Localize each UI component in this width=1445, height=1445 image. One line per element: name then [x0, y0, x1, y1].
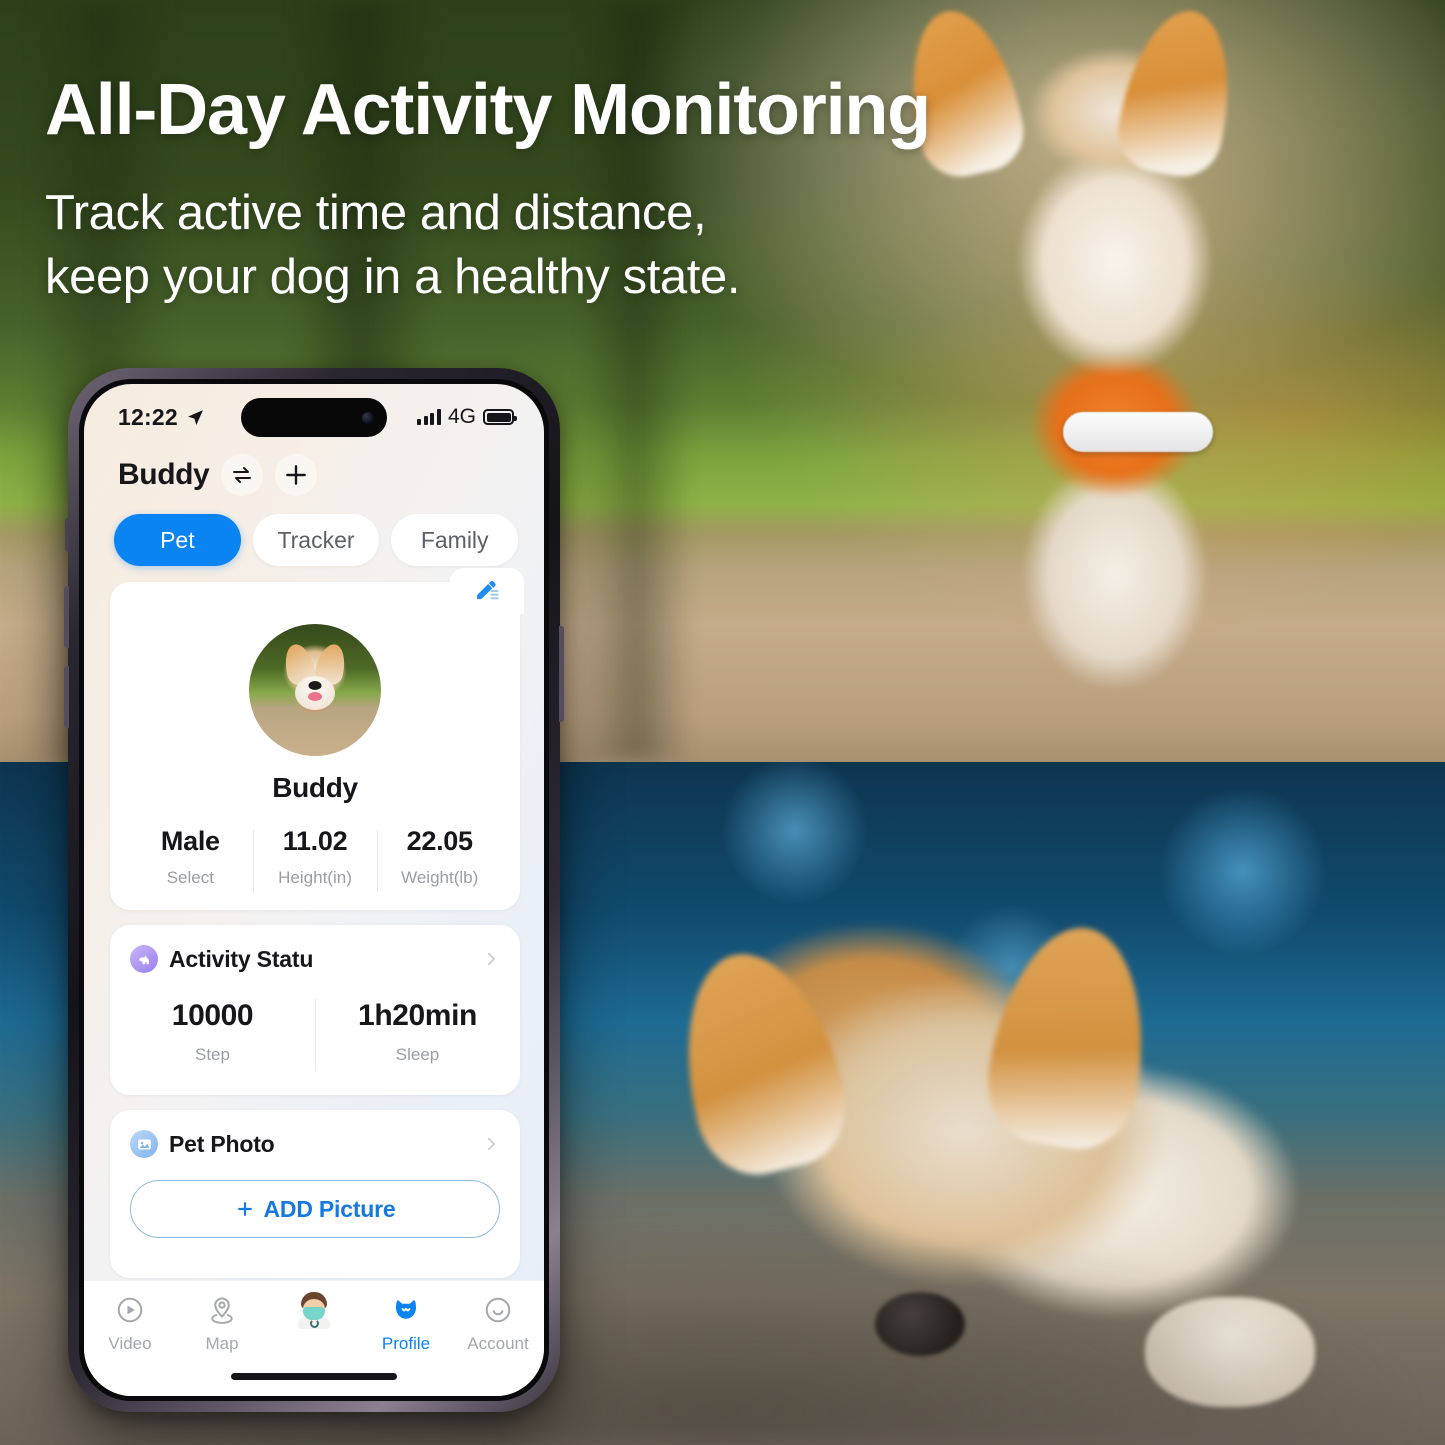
tab-doctor[interactable] [268, 1292, 360, 1334]
stat-weight[interactable]: 22.05 Weight(lb) [377, 826, 502, 892]
pet-display-name: Buddy [272, 772, 358, 803]
status-bar-right: 4G [417, 405, 517, 429]
tab-video-label: Video [108, 1334, 152, 1353]
tab-tracker[interactable]: Tracker [252, 514, 380, 566]
page-subtitle: Track active time and distance, keep you… [45, 182, 1045, 309]
sleeping-corgi [645, 892, 1405, 1392]
doctor-avatar [296, 1292, 332, 1329]
clock-time: 12:22 [118, 403, 178, 430]
activity-status-header: Activity Statu [110, 925, 520, 973]
step-value: 10000 [171, 999, 254, 1032]
power-button[interactable] [559, 626, 564, 722]
subtitle-line-2: keep your dog in a healthy state. [45, 250, 741, 304]
front-camera [362, 411, 374, 424]
play-circle-icon [115, 1293, 145, 1327]
add-picture-label: ADD Picture [263, 1195, 396, 1222]
bottom-tab-bar: Video Map Profile Account [84, 1280, 544, 1396]
app-header: Buddy [84, 440, 544, 496]
photo-image-icon [130, 1130, 158, 1158]
stat-height[interactable]: 11.02 Height(in) [252, 826, 378, 892]
stat-weight-value: 22.05 [406, 826, 473, 856]
gps-tracker-device [1063, 412, 1213, 452]
sleeping-nose [875, 1292, 965, 1356]
volume-up-button[interactable] [64, 586, 69, 648]
tab-profile-label: Profile [381, 1334, 431, 1353]
activity-sleep: 1h20min Sleep [315, 999, 520, 1071]
status-bar-left: 12:22 [118, 404, 204, 431]
phone-bezel: 12:22 4G Buddy Pet Tracker Family Buddy … [79, 379, 549, 1401]
activity-stats-row: 10000 Step 1h20min Sleep [110, 973, 520, 1095]
pet-photo-card: Pet Photo ADD Picture [110, 1110, 520, 1278]
activity-dog-icon [130, 945, 158, 973]
sleeping-paw [1145, 1297, 1315, 1407]
smiley-circle-icon [483, 1293, 513, 1327]
signal-bars-icon [417, 409, 441, 425]
stat-gender[interactable]: Male Select [128, 826, 253, 888]
map-pin-icon [207, 1293, 237, 1327]
pet-photo-title: Pet Photo [169, 1130, 275, 1157]
add-picture-button[interactable]: ADD Picture [130, 1180, 500, 1238]
battery-full-icon [483, 409, 517, 425]
swap-arrows-icon [233, 467, 252, 483]
pet-photo-header[interactable]: Pet Photo [110, 1110, 520, 1158]
avatar-tongue [308, 692, 322, 701]
current-pet-name: Buddy [118, 458, 210, 491]
stat-weight-label: Weight(lb) [401, 868, 479, 887]
app-content: Buddy Male Select 11.02 Height(in) 22.05… [84, 566, 544, 1278]
chevron-right-icon [487, 1137, 495, 1151]
subtitle-line-1: Track active time and distance, [45, 186, 707, 241]
sleep-value: 1h20min [358, 999, 477, 1032]
promo-page: All-Day Activity Monitoring Track active… [0, 0, 1445, 1445]
tab-account[interactable]: Account [452, 1293, 544, 1354]
stat-gender-value: Male [160, 826, 220, 856]
segment-tabs: Pet Tracker Family [84, 496, 544, 566]
stat-gender-label: Select [166, 868, 214, 887]
switch-pet-button[interactable] [221, 454, 264, 496]
activity-status-card[interactable]: Activity Statu 10000 Step 1h20min Sleep [110, 925, 520, 1095]
stat-height-value: 11.02 [282, 826, 348, 856]
pet-stats-row: Male Select 11.02 Height(in) 22.05 Weigh… [128, 826, 502, 892]
tab-family[interactable]: Family [391, 514, 519, 566]
pet-avatar-photo [249, 624, 381, 756]
dynamic-island [241, 398, 387, 437]
tab-map[interactable]: Map [176, 1293, 268, 1354]
page-title: All-Day Activity Monitoring [45, 70, 931, 150]
pet-head-icon [391, 1293, 421, 1327]
sleeping-ear-right [978, 916, 1162, 1158]
phone-screen: 12:22 4G Buddy Pet Tracker Family Buddy … [84, 384, 544, 1396]
marketing-copy: All-Day Activity Monitoring Track active… [45, 72, 1045, 310]
phone-mockup: 12:22 4G Buddy Pet Tracker Family Buddy … [64, 368, 564, 1412]
tab-profile[interactable]: Profile [360, 1293, 452, 1354]
tab-account-label: Account [467, 1334, 529, 1353]
add-pet-button[interactable] [275, 454, 318, 496]
tab-pet[interactable]: Pet [114, 514, 241, 566]
stethoscope-icon [310, 1319, 319, 1328]
volume-down-button[interactable] [64, 666, 69, 728]
chevron-right-icon [487, 952, 495, 966]
tab-map-label: Map [205, 1334, 239, 1353]
location-arrow-icon [187, 409, 203, 425]
plus-icon [286, 465, 307, 485]
network-type-label: 4G [447, 405, 476, 428]
status-bar: 12:22 4G [84, 384, 544, 440]
activity-step: 10000 Step [110, 999, 315, 1065]
plus-icon [237, 1202, 252, 1216]
tab-video[interactable]: Video [84, 1293, 176, 1354]
edit-pen-icon [477, 581, 499, 600]
sleep-label: Sleep [395, 1045, 440, 1064]
avatar-nose [308, 681, 322, 690]
sleeping-ear-left [660, 937, 860, 1187]
stat-height-label: Height(in) [278, 868, 352, 887]
pet-profile-card: Buddy Male Select 11.02 Height(in) 22.05… [110, 568, 524, 910]
home-indicator[interactable] [231, 1373, 397, 1380]
activity-status-title: Activity Statu [169, 945, 314, 972]
step-label: Step [195, 1045, 230, 1064]
silent-switch[interactable] [65, 518, 69, 552]
edit-profile-button[interactable] [450, 568, 524, 614]
doctor-emoji-icon [296, 1292, 332, 1329]
